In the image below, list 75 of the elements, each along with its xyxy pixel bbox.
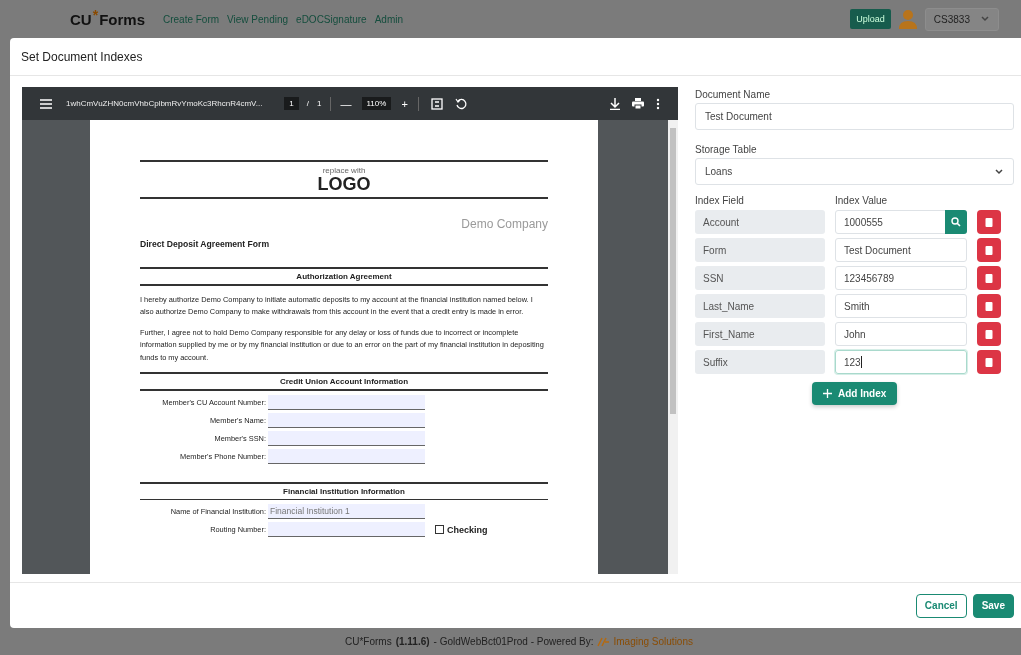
download-icon <box>610 97 620 110</box>
trash-icon <box>985 217 993 227</box>
add-index-button[interactable]: Add Index <box>812 382 898 405</box>
checkbox-label: Checking <box>447 524 488 535</box>
trash-icon <box>985 357 993 367</box>
logo-text: LOGO <box>316 175 372 193</box>
page-count: 1 <box>317 99 322 108</box>
index-field: SSN <box>695 266 825 290</box>
input-field[interactable] <box>268 448 425 464</box>
chevron-down-icon <box>994 167 1004 176</box>
print-icon <box>632 98 644 109</box>
page-number-field[interactable]: 1 <box>284 97 299 110</box>
page-separator: / <box>306 99 310 108</box>
field-label: Storage Table <box>695 144 758 155</box>
version-text: (1.11.6) <box>395 636 430 647</box>
zoom-field[interactable]: 110% <box>361 97 392 110</box>
file-name: 1whCmVuZHN0cmVhbCplbmRvYmoKc3RhcnR4cmV... <box>66 99 263 108</box>
menu-icon <box>40 98 52 109</box>
input-field[interactable] <box>268 394 425 410</box>
trash-icon <box>985 329 993 339</box>
section-heading: Authorization Agreement <box>295 271 393 283</box>
fit-page-icon <box>430 97 443 110</box>
logo-caption: replace with <box>321 166 367 175</box>
index-field: Account <box>695 210 825 234</box>
delete-button[interactable] <box>977 238 1001 262</box>
modal-title: Set Document Indexes <box>21 49 143 64</box>
trash-icon <box>985 301 993 311</box>
index-value-field[interactable]: 123 <box>835 350 967 374</box>
index-field: First_Name <box>695 322 825 346</box>
app-name: CU*Forms <box>345 636 392 647</box>
delete-button[interactable] <box>977 294 1001 318</box>
document-name-field[interactable]: Test Document <box>695 103 1014 130</box>
modal-button[interactable]: Cancel <box>915 593 967 618</box>
document-title: Direct Deposit Agreement Form <box>140 239 271 249</box>
delete-button[interactable] <box>977 210 1001 234</box>
index-value-field[interactable]: 123456789 <box>835 266 967 290</box>
index-field: Form <box>695 238 825 262</box>
section-heading: Credit Union Account Information <box>278 376 410 388</box>
rotate-icon <box>454 97 467 110</box>
input-field[interactable] <box>268 412 425 428</box>
index-field: Suffix <box>695 350 825 374</box>
storage-table-dropdown[interactable]: Loans <box>695 158 1014 185</box>
index-value-field[interactable]: Smith <box>835 294 967 318</box>
more-icon <box>656 97 660 110</box>
modal-button[interactable]: Save <box>972 593 1014 618</box>
trash-icon <box>985 245 993 255</box>
delete-button[interactable] <box>977 322 1001 346</box>
zoom-in-button[interactable]: + <box>399 97 410 110</box>
checkbox[interactable] <box>435 525 444 534</box>
search-icon <box>951 217 961 227</box>
upload-button[interactable]: Upload <box>850 9 891 29</box>
user-dropdown[interactable]: CS3833 <box>924 7 999 31</box>
vendor-logo-icon <box>597 636 610 647</box>
plus-icon <box>823 389 832 398</box>
input-field[interactable] <box>268 522 425 537</box>
input-field[interactable] <box>268 430 425 446</box>
scrollbar[interactable] <box>668 120 678 574</box>
column-header: Index Field <box>695 195 745 206</box>
index-value-field[interactable]: Test Document <box>835 238 967 262</box>
footer-text: - GoldWebBct01Prod - Powered By: <box>433 636 594 647</box>
user-icon <box>898 9 917 29</box>
field-label: Document Name <box>695 89 772 100</box>
trash-icon <box>985 273 993 283</box>
index-field: Last_Name <box>695 294 825 318</box>
section-heading: Financial Institution Information <box>282 485 406 498</box>
input-field[interactable]: Financial Institution 1 <box>268 504 425 519</box>
delete-button[interactable] <box>977 350 1001 374</box>
column-header: Index Value <box>835 195 889 206</box>
search-button[interactable] <box>945 210 967 234</box>
delete-button[interactable] <box>977 266 1001 290</box>
company-name: Demo Company <box>460 217 548 231</box>
index-value-field[interactable]: 1000555 <box>835 210 967 234</box>
chevron-down-icon <box>980 15 990 23</box>
zoom-out-button[interactable]: — <box>338 97 354 110</box>
index-value-field[interactable]: John <box>835 322 967 346</box>
